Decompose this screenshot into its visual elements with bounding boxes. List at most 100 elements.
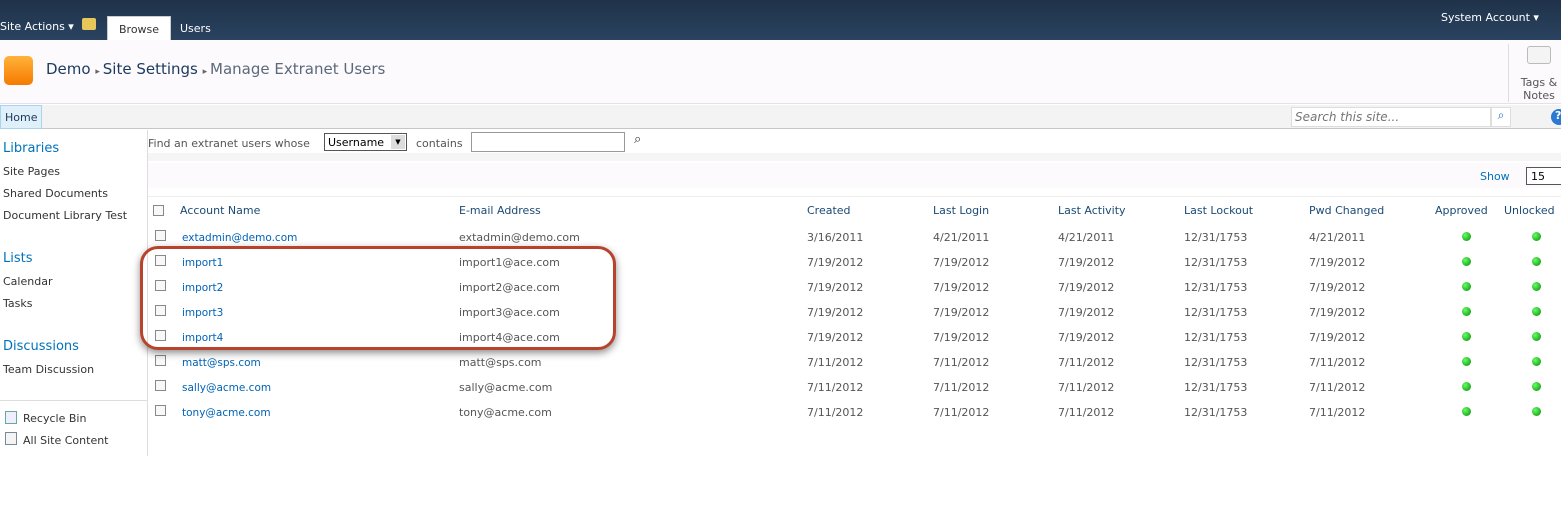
row-checkbox[interactable] xyxy=(155,405,166,416)
sidebar-item-tasks[interactable]: Tasks xyxy=(3,297,32,310)
last-activity-cell: 7/19/2012 xyxy=(1058,306,1115,319)
show-link[interactable]: Show xyxy=(1480,170,1510,183)
contains-label: contains xyxy=(416,137,463,150)
created-cell: 7/11/2012 xyxy=(807,381,864,394)
last-lockout-cell: 12/31/1753 xyxy=(1184,406,1248,419)
approved-status-icon xyxy=(1462,282,1471,291)
approved-status-icon xyxy=(1462,407,1471,416)
header-created[interactable]: Created xyxy=(807,204,851,217)
account-name: System Account xyxy=(1441,11,1530,24)
unlocked-status-icon xyxy=(1532,257,1541,266)
pwd-changed-cell: 7/19/2012 xyxy=(1309,281,1366,294)
search-icon[interactable]: ⌕ xyxy=(1491,107,1511,127)
last-login-cell: 7/19/2012 xyxy=(933,306,990,319)
header-pwd-changed[interactable]: Pwd Changed xyxy=(1309,204,1384,217)
header-email-address[interactable]: E-mail Address xyxy=(459,204,541,217)
account-menu[interactable]: System Account ▾ xyxy=(1441,11,1539,24)
approved-status-icon xyxy=(1462,257,1471,266)
last-lockout-cell: 12/31/1753 xyxy=(1184,306,1248,319)
account-name-cell[interactable]: sally@acme.com xyxy=(182,382,271,394)
filter-value-input[interactable] xyxy=(471,132,625,152)
header-account-name[interactable]: Account Name xyxy=(180,204,260,217)
account-name-cell[interactable]: matt@sps.com xyxy=(182,357,261,369)
top-nav: Home ⌕ ? xyxy=(0,105,1561,129)
sidebar-libraries[interactable]: Libraries xyxy=(3,141,59,156)
row-checkbox[interactable] xyxy=(155,380,166,391)
tags-notes-icon[interactable] xyxy=(1527,46,1551,64)
approved-status-icon xyxy=(1462,232,1471,241)
pwd-changed-cell: 7/19/2012 xyxy=(1309,331,1366,344)
row-checkbox[interactable] xyxy=(155,355,166,366)
created-cell: 7/11/2012 xyxy=(807,356,864,369)
sidebar-item-team-discussion[interactable]: Team Discussion xyxy=(3,363,94,376)
last-activity-cell: 7/11/2012 xyxy=(1058,406,1115,419)
tab-users[interactable]: Users xyxy=(169,16,222,40)
email-address-cell: extadmin@demo.com xyxy=(459,231,580,244)
search-input[interactable] xyxy=(1291,107,1491,127)
page-size-select[interactable]: 15 xyxy=(1526,167,1561,185)
last-activity-cell: 7/19/2012 xyxy=(1058,256,1115,269)
last-lockout-cell: 12/31/1753 xyxy=(1184,256,1248,269)
navigate-up-icon[interactable] xyxy=(82,18,96,30)
account-name-cell[interactable]: extadmin@demo.com xyxy=(182,232,297,244)
highlight-outline xyxy=(140,246,616,350)
header-last-login[interactable]: Last Login xyxy=(933,204,989,217)
pwd-changed-cell: 7/11/2012 xyxy=(1309,381,1366,394)
breadcrumb-demo[interactable]: Demo xyxy=(46,60,91,78)
sidebar-item-shared-documents[interactable]: Shared Documents xyxy=(3,187,108,200)
last-login-cell: 4/21/2011 xyxy=(933,231,990,244)
tab-browse[interactable]: Browse xyxy=(107,16,172,40)
header-approved[interactable]: Approved xyxy=(1435,204,1488,217)
site-actions-menu[interactable]: Site Actions ▾ xyxy=(0,20,74,33)
sidebar-discussions[interactable]: Discussions xyxy=(3,339,79,354)
last-login-cell: 7/11/2012 xyxy=(933,406,990,419)
created-cell: 7/19/2012 xyxy=(807,306,864,319)
unlocked-status-icon xyxy=(1532,282,1541,291)
unlocked-status-icon xyxy=(1532,357,1541,366)
ribbon-bar: Site Actions ▾ Browse Users System Accou… xyxy=(0,0,1561,40)
sidebar-all-site-content[interactable]: All Site Content xyxy=(23,434,109,447)
email-address-cell: matt@sps.com xyxy=(459,356,542,369)
last-login-cell: 7/11/2012 xyxy=(933,356,990,369)
help-icon[interactable]: ? xyxy=(1551,109,1561,125)
unlocked-status-icon xyxy=(1532,307,1541,316)
filter-label: Find an extranet users whose xyxy=(148,137,310,150)
filter-field-value: Username xyxy=(328,136,385,149)
last-login-cell: 7/19/2012 xyxy=(933,281,990,294)
tags-notes-button[interactable]: Tags & Notes xyxy=(1516,76,1561,102)
last-activity-cell: 7/19/2012 xyxy=(1058,331,1115,344)
sidebar-lists[interactable]: Lists xyxy=(3,251,33,266)
title-area: Demo ▸ Site Settings ▸ Manage Extranet U… xyxy=(0,40,1561,104)
unlocked-status-icon xyxy=(1532,407,1541,416)
approved-status-icon xyxy=(1462,307,1471,316)
filter-field-select[interactable]: Username ▼ xyxy=(324,133,407,151)
approved-status-icon xyxy=(1462,332,1471,341)
all-site-content-icon xyxy=(5,432,17,445)
email-address-cell: tony@acme.com xyxy=(459,406,552,419)
header-last-lockout[interactable]: Last Lockout xyxy=(1184,204,1253,217)
select-all-checkbox[interactable] xyxy=(153,205,164,216)
unlocked-status-icon xyxy=(1532,232,1541,241)
sidebar-item-site-pages[interactable]: Site Pages xyxy=(3,165,60,178)
sidebar-item-calendar[interactable]: Calendar xyxy=(3,275,52,288)
last-activity-cell: 7/11/2012 xyxy=(1058,381,1115,394)
header-unlocked[interactable]: Unlocked xyxy=(1504,204,1555,217)
created-cell: 3/16/2011 xyxy=(807,231,864,244)
account-name-cell[interactable]: tony@acme.com xyxy=(182,407,271,419)
header-last-activity[interactable]: Last Activity xyxy=(1058,204,1126,217)
sidebar-item-document-library-test[interactable]: Document Library Test xyxy=(3,209,127,222)
last-activity-cell: 4/21/2011 xyxy=(1058,231,1115,244)
last-lockout-cell: 12/31/1753 xyxy=(1184,356,1248,369)
approved-status-icon xyxy=(1462,382,1471,391)
pwd-changed-cell: 7/11/2012 xyxy=(1309,406,1366,419)
search-icon[interactable]: ⌕ xyxy=(634,132,641,147)
nav-home[interactable]: Home xyxy=(0,105,43,129)
row-checkbox[interactable] xyxy=(155,230,166,241)
last-lockout-cell: 12/31/1753 xyxy=(1184,331,1248,344)
sidebar-recycle-bin[interactable]: Recycle Bin xyxy=(23,412,86,425)
pwd-changed-cell: 4/21/2011 xyxy=(1309,231,1366,244)
site-logo-icon xyxy=(4,56,33,85)
recycle-bin-icon xyxy=(5,411,17,424)
breadcrumb-site-settings[interactable]: Site Settings xyxy=(103,60,198,78)
last-lockout-cell: 12/31/1753 xyxy=(1184,381,1248,394)
